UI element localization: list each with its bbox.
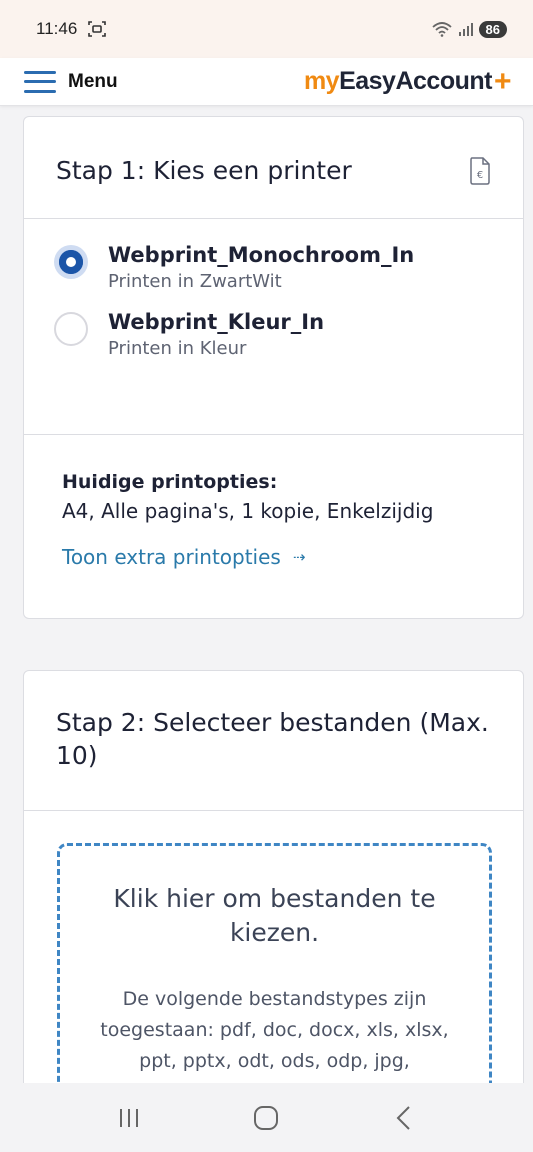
printer-description: Printen in Kleur xyxy=(108,338,247,360)
status-time: 11:46 xyxy=(36,19,78,38)
print-options-heading: Huidige printopties: xyxy=(62,471,278,493)
arrow-right-icon: ⇢ xyxy=(292,548,306,566)
recent-apps-icon xyxy=(119,1108,138,1127)
menu-button[interactable]: Menu xyxy=(24,70,118,93)
dropzone-title: Klik hier om bestanden te kiezen. xyxy=(113,884,436,947)
brand-logo-my: my xyxy=(303,67,340,95)
step1-header: Stap 1: Kies een printer € xyxy=(24,117,523,219)
svg-text:€: € xyxy=(477,170,483,181)
show-extra-options-link[interactable]: Toon extra printopties ⇢ xyxy=(62,545,485,569)
system-navigation-bar xyxy=(0,1083,533,1152)
radio-kleur[interactable] xyxy=(54,311,88,346)
step2-header: Stap 2: Selecteer bestanden (Max. 10) xyxy=(24,671,523,811)
step1-title: Stap 1: Kies een printer xyxy=(56,156,352,185)
brand-logo[interactable]: my EasyAccount + xyxy=(303,64,512,98)
printer-description: Printen in ZwartWit xyxy=(108,271,282,293)
printer-option-kleur[interactable]: Webprint_Kleur_In Printen in Kleur xyxy=(54,308,493,361)
home-icon xyxy=(254,1105,279,1130)
step2-title: Stap 2: Selecteer bestanden (Max. 10) xyxy=(56,708,489,770)
print-options: Huidige printopties: A4, Alle pagina's, … xyxy=(24,435,523,569)
step1-card: Stap 1: Kies een printer € Webprint_Mono… xyxy=(23,116,524,619)
battery-indicator: 86 xyxy=(478,20,507,38)
file-dropzone[interactable]: Klik hier om bestanden te kiezen. De vol… xyxy=(57,843,492,1103)
back-icon xyxy=(396,1105,410,1130)
status-bar: 11:46 86 xyxy=(0,0,533,58)
hamburger-icon xyxy=(24,70,56,93)
wifi-icon xyxy=(431,22,452,37)
price-document-icon[interactable]: € xyxy=(469,157,491,185)
recent-apps-button[interactable] xyxy=(99,1098,159,1138)
printer-name: Webprint_Monochroom_In xyxy=(108,243,415,267)
brand-logo-plus: + xyxy=(493,64,512,98)
menu-label: Menu xyxy=(68,70,118,92)
radio-monochroom-selected[interactable] xyxy=(54,245,88,279)
top-navigation-bar: Menu my EasyAccount + xyxy=(0,58,533,106)
signal-icon xyxy=(458,23,473,36)
step2-card: Stap 2: Selecteer bestanden (Max. 10) Kl… xyxy=(23,670,524,1103)
brand-logo-name: EasyAccount xyxy=(339,67,492,95)
dropzone-allowed-types: De volgende bestandstypes zijn toegestaa… xyxy=(100,987,449,1073)
printer-option-monochroom[interactable]: Webprint_Monochroom_In Printen in ZwartW… xyxy=(54,241,493,294)
screenshot-icon xyxy=(88,21,107,37)
show-extra-options-label: Toon extra printopties xyxy=(62,545,281,569)
print-options-value: A4, Alle pagina's, 1 kopie, Enkelzijdig xyxy=(62,499,434,523)
printer-list: Webprint_Monochroom_In Printen in ZwartW… xyxy=(24,219,523,435)
home-button[interactable] xyxy=(236,1098,296,1138)
back-button[interactable] xyxy=(374,1098,434,1138)
printer-name: Webprint_Kleur_In xyxy=(108,309,325,334)
